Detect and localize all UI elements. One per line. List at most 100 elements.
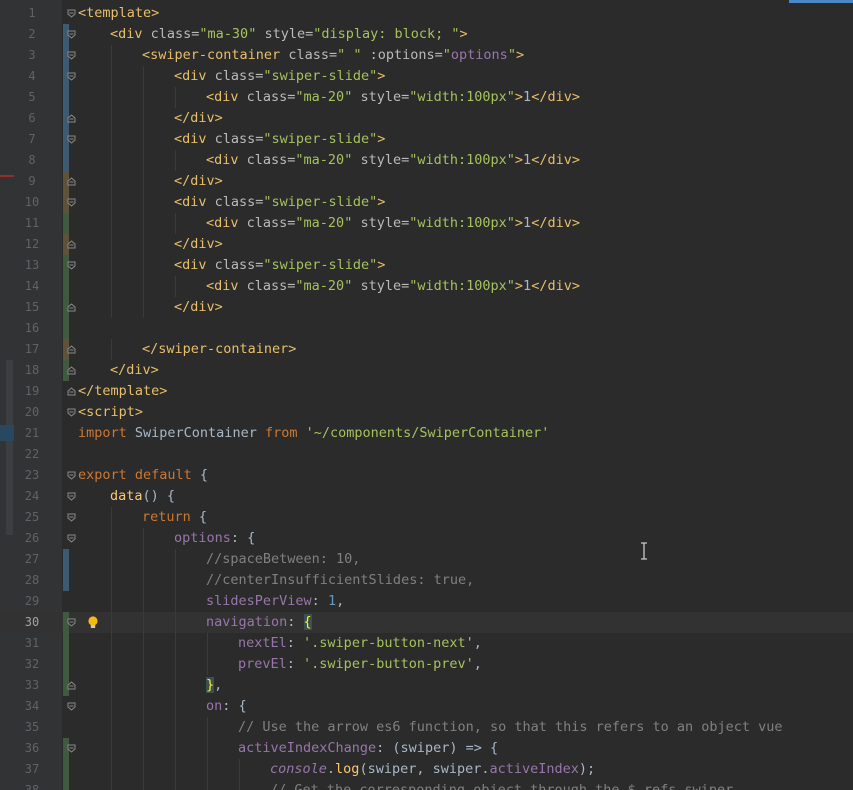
code-text[interactable]: console.log(swiper, swiper.activeIndex); xyxy=(270,759,595,780)
vcs-change-marker[interactable] xyxy=(63,87,69,108)
code-line[interactable]: 37 console.log(swiper, swiper.activeIndex… xyxy=(0,759,853,780)
code-line[interactable]: 2 <div class="ma-30" style="display: bloc… xyxy=(0,24,853,45)
fold-close-icon[interactable] xyxy=(67,681,76,690)
fold-open-icon[interactable] xyxy=(67,51,76,60)
vcs-change-marker[interactable] xyxy=(63,276,69,297)
fold-close-icon[interactable] xyxy=(67,366,76,375)
fold-open-icon[interactable] xyxy=(67,261,76,270)
fold-open-icon[interactable] xyxy=(67,618,76,627)
code-text[interactable]: <div class="swiper-slide"> xyxy=(174,129,385,150)
code-text[interactable]: data() { xyxy=(110,486,175,507)
code-line[interactable]: 5 <div class="ma-20" style="width:100px">… xyxy=(0,87,853,108)
code-line[interactable]: 36 activeIndexChange: (swiper) => { xyxy=(0,738,853,759)
vcs-change-marker[interactable] xyxy=(63,213,69,234)
code-text[interactable]: <div class="ma-20" style="width:100px">1… xyxy=(206,213,580,234)
vcs-change-marker[interactable] xyxy=(63,150,69,171)
code-line[interactable]: 3 <swiper-container class=" " :options="o… xyxy=(0,45,853,66)
code-line[interactable]: 31 nextEl: '.swiper-button-next', xyxy=(0,633,853,654)
code-line[interactable]: 30 navigation: { xyxy=(0,612,853,633)
code-text[interactable]: <template> xyxy=(78,3,159,24)
code-line[interactable]: 34 on: { xyxy=(0,696,853,717)
code-text[interactable]: options: { xyxy=(174,528,255,549)
code-text[interactable]: </swiper-container> xyxy=(142,339,296,360)
code-line[interactable]: 17 </swiper-container> xyxy=(0,339,853,360)
code-text[interactable]: <div class="ma-20" style="width:100px">1… xyxy=(206,150,580,171)
code-text[interactable]: <div class="swiper-slide"> xyxy=(174,255,385,276)
code-text[interactable]: on: { xyxy=(206,696,247,717)
code-line[interactable]: 4 <div class="swiper-slide"> xyxy=(0,66,853,87)
code-text[interactable]: </div> xyxy=(174,108,223,129)
code-text[interactable]: // Use the arrow es6 function, so that t… xyxy=(238,717,783,738)
code-text[interactable]: <script> xyxy=(78,402,143,423)
code-text[interactable]: </div> xyxy=(174,171,223,192)
fold-close-icon[interactable] xyxy=(67,114,76,123)
fold-open-icon[interactable] xyxy=(67,492,76,501)
code-line[interactable]: 18 </div> xyxy=(0,360,853,381)
vcs-change-marker[interactable] xyxy=(63,780,69,790)
code-line[interactable]: 29 slidesPerView: 1, xyxy=(0,591,853,612)
fold-open-icon[interactable] xyxy=(67,744,76,753)
fold-open-icon[interactable] xyxy=(67,534,76,543)
fold-close-icon[interactable] xyxy=(67,240,76,249)
fold-open-icon[interactable] xyxy=(67,72,76,81)
code-text[interactable]: </div> xyxy=(174,297,223,318)
lightbulb-icon[interactable] xyxy=(86,615,100,630)
code-line[interactable]: 33}, xyxy=(0,675,853,696)
code-text[interactable]: }, xyxy=(206,675,222,696)
code-editor[interactable]: 1 <template> 2 <div class="ma-30" style="di… xyxy=(0,0,853,790)
code-line[interactable]: 32 prevEl: '.swiper-button-prev', xyxy=(0,654,853,675)
fold-open-icon[interactable] xyxy=(67,408,76,417)
code-line[interactable]: 14 <div class="ma-20" style="width:100px"… xyxy=(0,276,853,297)
fold-open-icon[interactable] xyxy=(67,9,76,18)
code-line[interactable]: 24 data() { xyxy=(0,486,853,507)
code-line[interactable]: 23 export default { xyxy=(0,465,853,486)
fold-open-icon[interactable] xyxy=(67,198,76,207)
code-line[interactable]: 22 xyxy=(0,444,853,465)
code-text[interactable]: <div class="swiper-slide"> xyxy=(174,66,385,87)
code-line[interactable]: 11 <div class="ma-20" style="width:100px"… xyxy=(0,213,853,234)
code-text[interactable]: nextEl: '.swiper-button-next', xyxy=(238,633,482,654)
code-text[interactable]: prevEl: '.swiper-button-prev', xyxy=(238,654,482,675)
code-text[interactable]: </div> xyxy=(110,360,159,381)
code-text[interactable]: export default { xyxy=(78,465,208,486)
vcs-change-marker[interactable] xyxy=(63,549,69,570)
code-text[interactable]: <div class="ma-20" style="width:100px">1… xyxy=(206,87,580,108)
fold-close-icon[interactable] xyxy=(67,345,76,354)
code-text[interactable]: </div> xyxy=(174,234,223,255)
code-line[interactable]: 28 //centerInsufficientSlides: true, xyxy=(0,570,853,591)
fold-close-icon[interactable] xyxy=(67,303,76,312)
code-text[interactable]: //spaceBetween: 10, xyxy=(206,549,360,570)
fold-open-icon[interactable] xyxy=(67,30,76,39)
code-line[interactable]: 8 <div class="ma-20" style="width:100px">… xyxy=(0,150,853,171)
code-lines[interactable]: 1 <template> 2 <div class="ma-30" style="di… xyxy=(0,3,853,790)
code-text[interactable]: <swiper-container class=" " :options="op… xyxy=(142,45,524,66)
fold-open-icon[interactable] xyxy=(67,702,76,711)
code-line[interactable]: 15 </div> xyxy=(0,297,853,318)
fold-open-icon[interactable] xyxy=(67,471,76,480)
code-line[interactable]: 6 </div> xyxy=(0,108,853,129)
vcs-change-marker[interactable] xyxy=(63,633,69,654)
code-text[interactable]: navigation: { xyxy=(206,612,312,633)
code-line[interactable]: 16 xyxy=(0,318,853,339)
code-text[interactable]: <div class="swiper-slide"> xyxy=(174,192,385,213)
code-line[interactable]: 9 </div> xyxy=(0,171,853,192)
vcs-change-marker[interactable] xyxy=(63,759,69,780)
code-text[interactable]: <div class="ma-20" style="width:100px">1… xyxy=(206,276,580,297)
code-text[interactable]: return { xyxy=(142,507,207,528)
fold-open-icon[interactable] xyxy=(67,513,76,522)
code-line[interactable]: 1 <template> xyxy=(0,3,853,24)
code-text[interactable]: slidesPerView: 1, xyxy=(206,591,344,612)
code-line[interactable]: 20 <script> xyxy=(0,402,853,423)
code-line[interactable]: 26 options: { xyxy=(0,528,853,549)
fold-open-icon[interactable] xyxy=(67,135,76,144)
fold-close-icon[interactable] xyxy=(67,387,76,396)
code-line[interactable]: 38 // Get the corresponding object throug… xyxy=(0,780,853,790)
code-line[interactable]: 35 // Use the arrow es6 function, so that… xyxy=(0,717,853,738)
code-text[interactable]: // Get the corresponding object through … xyxy=(270,780,733,790)
code-text[interactable]: </template> xyxy=(78,381,167,402)
vcs-change-marker[interactable] xyxy=(63,318,69,339)
vcs-change-marker[interactable] xyxy=(63,654,69,675)
fold-close-icon[interactable] xyxy=(67,177,76,186)
code-line[interactable]: 12 </div> xyxy=(0,234,853,255)
code-line[interactable]: 19 </template> xyxy=(0,381,853,402)
